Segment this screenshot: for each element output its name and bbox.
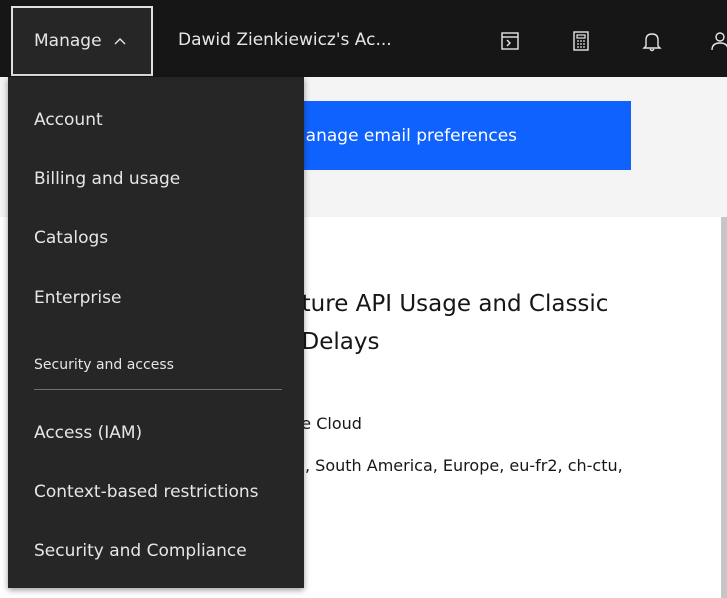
menu-item-security-and-compliance[interactable]: Security and Compliance — [8, 523, 304, 579]
manage-dropdown-menu: Account Billing and usage Catalogs Enter… — [8, 77, 304, 588]
terminal-icon[interactable] — [499, 30, 521, 52]
notification-icon[interactable] — [641, 30, 663, 52]
top-navigation-bar: Manage Dawid Zienkiewicz's Ac... — [0, 0, 727, 77]
menu-item-context-based-restrictions[interactable]: Context-based restrictions — [8, 464, 304, 520]
menu-divider — [34, 389, 282, 390]
card-regions-text: , South America, Europe, eu-fr2, ch-ctu, — [305, 456, 623, 475]
card-title-line2: ng Delays — [265, 329, 380, 355]
menu-item-enterprise[interactable]: Enterprise — [8, 270, 304, 326]
card-title: cture API Usage and Classic ng Delays — [265, 285, 685, 361]
chevron-up-icon — [114, 38, 126, 45]
card-detail-text: te Cloud — [295, 414, 362, 433]
menu-section-heading: Security and access — [34, 357, 174, 373]
manage-email-preferences-button[interactable]: Manage email preferences — [291, 101, 631, 170]
card-title-line1: cture API Usage and Classic — [289, 291, 609, 317]
manage-label: Manage — [34, 31, 102, 51]
menu-item-billing-and-usage[interactable]: Billing and usage — [8, 151, 304, 207]
calculator-icon[interactable] — [570, 30, 592, 52]
account-switcher[interactable]: Dawid Zienkiewicz's Ac... — [178, 30, 392, 50]
menu-item-account[interactable]: Account — [8, 92, 304, 148]
menu-item-catalogs[interactable]: Catalogs — [8, 210, 304, 266]
manage-menu-button[interactable]: Manage — [11, 6, 153, 76]
scrollbar[interactable] — [721, 217, 727, 598]
menu-item-access-iam[interactable]: Access (IAM) — [8, 405, 304, 461]
user-icon[interactable] — [709, 30, 727, 52]
email-button-label: Manage email preferences — [291, 125, 518, 146]
